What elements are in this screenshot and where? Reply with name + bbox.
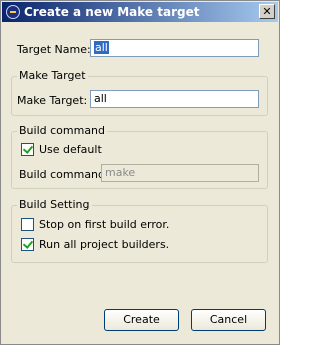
build-setting-group-title: Build Setting bbox=[17, 198, 92, 211]
checkmark-icon bbox=[22, 238, 34, 249]
make-target-group-title: Make Target bbox=[17, 69, 88, 82]
run-all-builders-label[interactable]: Run all project builders. bbox=[39, 238, 169, 251]
build-command-label: Build command: bbox=[19, 168, 109, 181]
make-target-label: Make Target: bbox=[17, 94, 88, 107]
dialog-window: Create a new Make target ✕ Target Name: … bbox=[0, 0, 280, 345]
window-title: Create a new Make target bbox=[24, 5, 200, 19]
build-command-input[interactable]: make bbox=[101, 164, 259, 182]
build-command-value: make bbox=[105, 166, 136, 179]
title-bar[interactable]: Create a new Make target ✕ bbox=[2, 2, 278, 22]
checkmark-icon bbox=[22, 143, 34, 154]
target-name-label: Target Name: bbox=[17, 43, 91, 56]
close-button[interactable]: ✕ bbox=[259, 4, 275, 19]
stop-on-error-checkbox[interactable] bbox=[21, 218, 34, 231]
stop-on-error-label[interactable]: Stop on first build error. bbox=[39, 218, 169, 231]
make-target-value: all bbox=[94, 92, 107, 105]
target-name-value: all bbox=[94, 41, 109, 54]
build-setting-group: Build Setting bbox=[11, 198, 268, 263]
run-all-builders-checkbox[interactable] bbox=[21, 238, 34, 251]
build-command-group-title: Build command bbox=[17, 124, 108, 137]
use-default-checkbox[interactable] bbox=[21, 143, 34, 156]
use-default-label[interactable]: Use default bbox=[39, 143, 102, 156]
target-name-input[interactable]: all bbox=[90, 39, 259, 57]
make-target-input[interactable]: all bbox=[90, 90, 259, 108]
create-button[interactable]: Create bbox=[104, 309, 179, 331]
eclipse-app-icon bbox=[6, 5, 20, 19]
cancel-button[interactable]: Cancel bbox=[191, 309, 266, 331]
